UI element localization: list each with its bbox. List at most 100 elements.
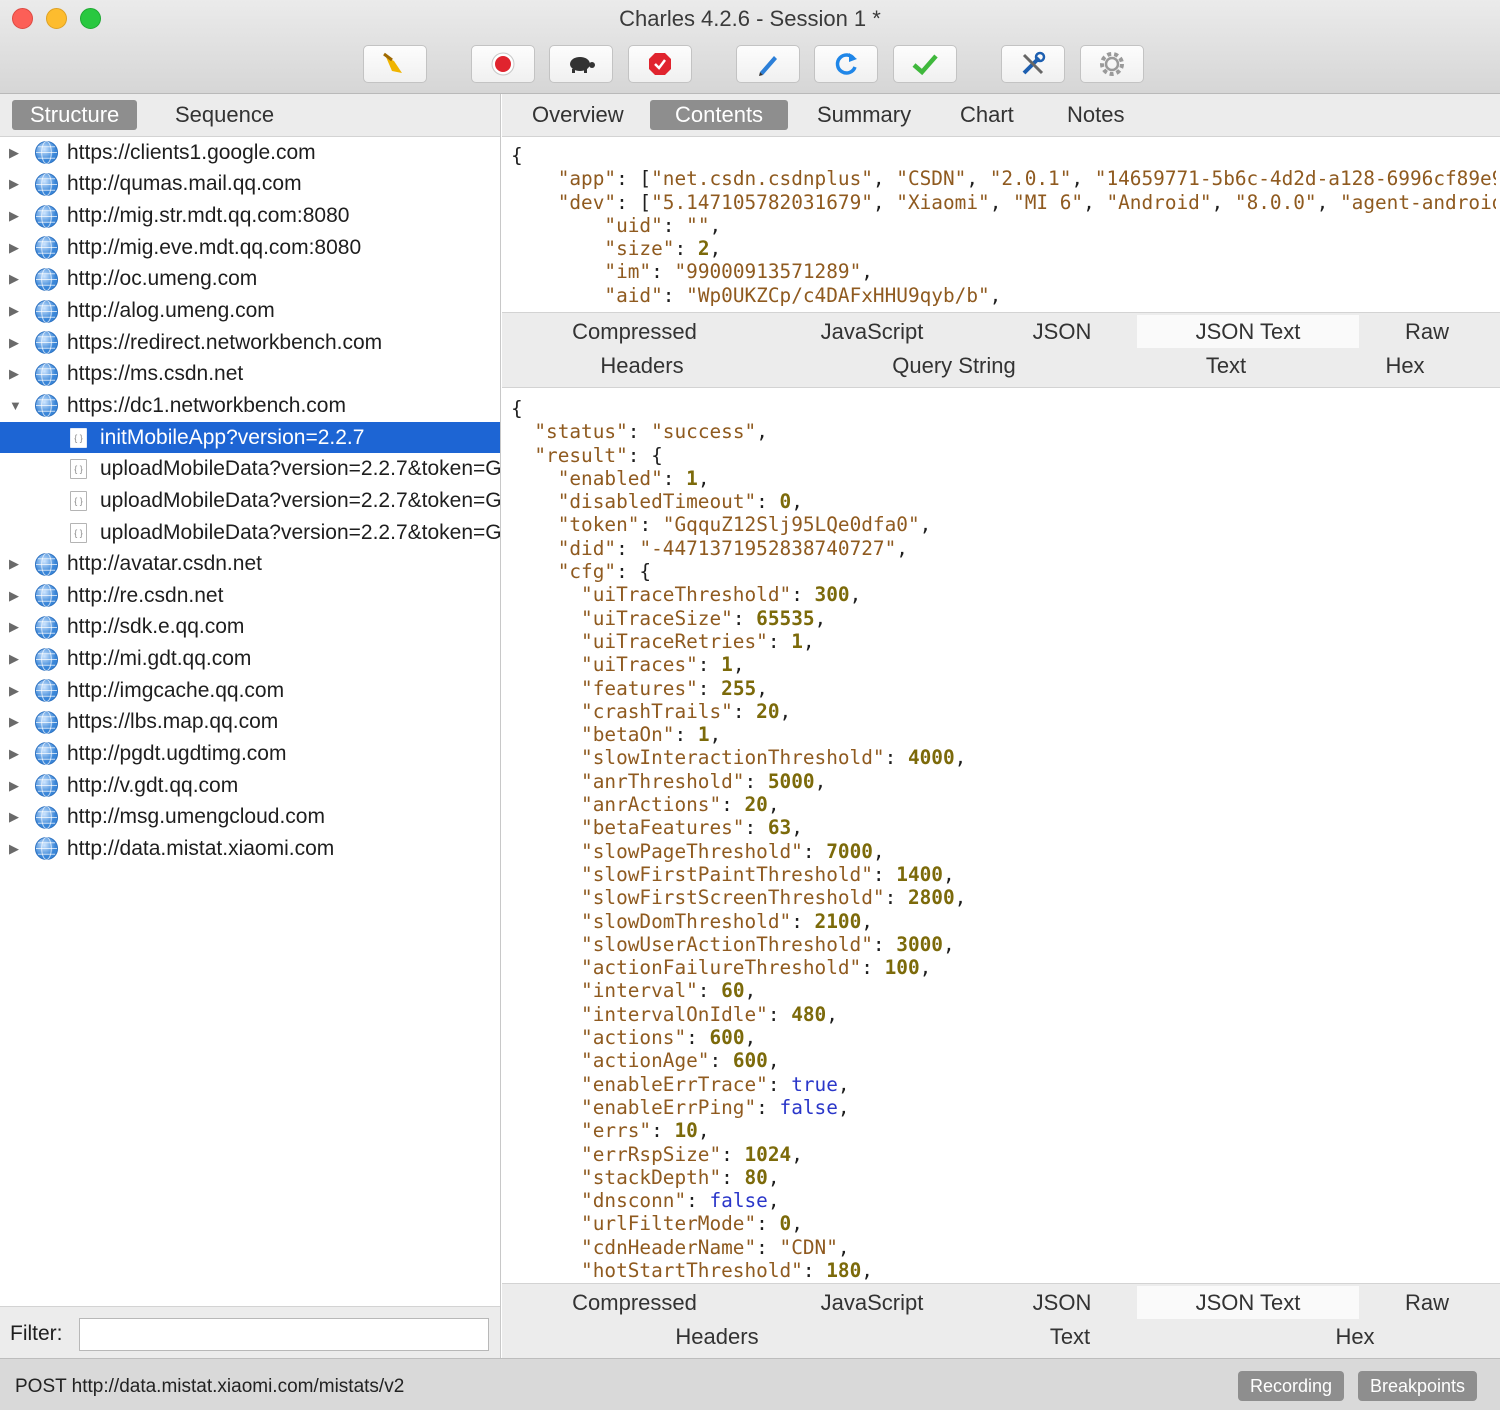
disclosure-collapsed-icon[interactable]: ▶ bbox=[9, 303, 23, 319]
disclosure-collapsed-icon[interactable]: ▶ bbox=[9, 271, 23, 287]
req-tab-hex[interactable]: Hex bbox=[1350, 349, 1460, 382]
recording-button[interactable]: Recording bbox=[1238, 1371, 1345, 1401]
resp-tab-javascript[interactable]: JavaScript bbox=[787, 1286, 957, 1319]
host-row[interactable]: ▶ https://lbs.map.qq.com bbox=[0, 707, 500, 739]
host-row[interactable]: ▶ http://data.mistat.xiaomi.com bbox=[0, 833, 500, 865]
response-body-viewer[interactable]: { "status": "success", "result": { "enab… bbox=[511, 397, 1496, 1282]
json-number: 4000 bbox=[907, 746, 955, 770]
tab-chart[interactable]: Chart bbox=[935, 100, 1039, 130]
clear-session-button[interactable] bbox=[363, 45, 427, 83]
code-line: "uiTraceThreshold": 300, bbox=[511, 583, 1496, 606]
resp-tab-json-text[interactable]: JSON Text bbox=[1137, 1286, 1359, 1319]
resp-tab-compressed[interactable]: Compressed bbox=[542, 1286, 727, 1319]
resp-tab-json[interactable]: JSON bbox=[1012, 1286, 1112, 1319]
req-tab-text[interactable]: Text bbox=[1166, 349, 1286, 382]
request-row[interactable]: { } uploadMobileData?version=2.2.7&token=… bbox=[0, 517, 500, 549]
host-row[interactable]: ▶ http://pgdt.ugdtimg.com bbox=[0, 738, 500, 770]
disclosure-expanded-icon[interactable]: ▼ bbox=[9, 398, 23, 413]
resp-tab-text[interactable]: Text bbox=[1010, 1320, 1130, 1353]
request-row[interactable]: { } uploadMobileData?version=2.2.7&token=… bbox=[0, 453, 500, 485]
filter-label: Filter: bbox=[10, 1322, 63, 1345]
disclosure-collapsed-icon[interactable]: ▶ bbox=[9, 809, 23, 825]
host-label: http://v.gdt.qq.com bbox=[67, 773, 239, 797]
host-row[interactable]: ▶ http://alog.umeng.com bbox=[0, 295, 500, 327]
record-button[interactable] bbox=[471, 45, 535, 83]
tab-notes[interactable]: Notes bbox=[1042, 100, 1149, 130]
disclosure-collapsed-icon[interactable]: ▶ bbox=[9, 651, 23, 667]
req-tab-headers[interactable]: Headers bbox=[552, 349, 732, 382]
breakpoints-status-button[interactable]: Breakpoints bbox=[1358, 1371, 1478, 1401]
json-punctuation: , bbox=[826, 1002, 838, 1026]
host-row[interactable]: ▶ http://msg.umengcloud.com bbox=[0, 801, 500, 833]
json-punctuation: : bbox=[756, 1095, 780, 1119]
host-row[interactable]: ▶ http://mi.gdt.qq.com bbox=[0, 643, 500, 675]
host-row[interactable]: ▶ http://mig.str.mdt.qq.com:8080 bbox=[0, 200, 500, 232]
disclosure-collapsed-icon[interactable]: ▶ bbox=[9, 714, 23, 730]
host-row[interactable]: ▶ http://avatar.csdn.net bbox=[0, 548, 500, 580]
disclosure-collapsed-icon[interactable]: ▶ bbox=[9, 746, 23, 762]
host-row[interactable]: ▶ http://mig.eve.mdt.qq.com:8080 bbox=[0, 232, 500, 264]
json-punctuation: , bbox=[837, 1095, 850, 1119]
tab-structure[interactable]: Structure bbox=[12, 100, 138, 130]
host-row[interactable]: ▶ http://oc.umeng.com bbox=[0, 264, 500, 296]
json-punctuation bbox=[511, 1026, 581, 1049]
json-punctuation: { bbox=[511, 144, 523, 167]
host-row[interactable]: ▶ https://redirect.networkbench.com bbox=[0, 327, 500, 359]
resp-tab-headers[interactable]: Headers bbox=[627, 1320, 807, 1353]
request-row[interactable]: { } uploadMobileData?version=2.2.7&token=… bbox=[0, 485, 500, 517]
tab-summary[interactable]: Summary bbox=[792, 100, 936, 130]
filter-input[interactable] bbox=[79, 1318, 489, 1351]
settings-button[interactable] bbox=[1080, 45, 1144, 83]
disclosure-collapsed-icon[interactable]: ▶ bbox=[9, 588, 23, 604]
json-punctuation: : bbox=[732, 699, 757, 723]
json-punctuation: , bbox=[744, 979, 757, 1003]
req-tab-compressed[interactable]: Compressed bbox=[542, 315, 727, 348]
tab-overview[interactable]: Overview bbox=[507, 100, 649, 130]
host-row[interactable]: ▶ http://re.csdn.net bbox=[0, 580, 500, 612]
req-tab-json-text[interactable]: JSON Text bbox=[1137, 315, 1359, 348]
compose-button[interactable] bbox=[736, 45, 800, 83]
req-tab-query-string[interactable]: Query String bbox=[859, 349, 1049, 382]
disclosure-collapsed-icon[interactable]: ▶ bbox=[9, 841, 23, 857]
code-line: "aid": "Wp0UKZCp/c4DAFxHHU9qyb/b", bbox=[511, 284, 1496, 306]
json-punctuation: : [ bbox=[616, 190, 652, 214]
code-line: "size": 2, bbox=[511, 237, 1496, 260]
tools-button[interactable] bbox=[1001, 45, 1065, 83]
request-body-viewer[interactable]: { "app": ["net.csdn.csdnplus", "CSDN", "… bbox=[511, 144, 1496, 306]
resp-tab-hex[interactable]: Hex bbox=[1300, 1320, 1410, 1353]
host-row[interactable]: ▶ http://qumas.mail.qq.com bbox=[0, 169, 500, 201]
disclosure-collapsed-icon[interactable]: ▶ bbox=[9, 176, 23, 192]
tab-sequence[interactable]: Sequence bbox=[157, 100, 292, 130]
req-tab-javascript[interactable]: JavaScript bbox=[787, 315, 957, 348]
host-row[interactable]: ▼ https://dc1.networkbench.com bbox=[0, 390, 500, 422]
req-tab-raw[interactable]: Raw bbox=[1372, 315, 1482, 348]
repeat-button[interactable] bbox=[814, 45, 878, 83]
disclosure-collapsed-icon[interactable]: ▶ bbox=[9, 208, 23, 224]
disclosure-collapsed-icon[interactable]: ▶ bbox=[9, 778, 23, 794]
json-punctuation: : bbox=[639, 513, 663, 537]
host-row[interactable]: ▶ https://clients1.google.com bbox=[0, 137, 500, 169]
host-row[interactable]: ▶ https://ms.csdn.net bbox=[0, 358, 500, 390]
disclosure-collapsed-icon[interactable]: ▶ bbox=[9, 683, 23, 699]
json-punctuation bbox=[511, 979, 581, 1002]
disclosure-collapsed-icon[interactable]: ▶ bbox=[9, 619, 23, 635]
disclosure-collapsed-icon[interactable]: ▶ bbox=[9, 366, 23, 382]
disclosure-collapsed-icon[interactable]: ▶ bbox=[9, 240, 23, 256]
throttle-button[interactable] bbox=[549, 45, 613, 83]
resp-tab-raw[interactable]: Raw bbox=[1372, 1286, 1482, 1319]
disclosure-collapsed-icon[interactable]: ▶ bbox=[9, 145, 23, 161]
json-punctuation bbox=[511, 191, 558, 214]
host-row[interactable]: ▶ http://sdk.e.qq.com bbox=[0, 612, 500, 644]
disclosure-collapsed-icon[interactable]: ▶ bbox=[9, 335, 23, 351]
req-tab-json[interactable]: JSON bbox=[1012, 315, 1112, 348]
host-row[interactable]: ▶ http://v.gdt.qq.com bbox=[0, 770, 500, 802]
json-punctuation bbox=[511, 167, 558, 190]
host-row[interactable]: ▶ http://imgcache.qq.com bbox=[0, 675, 500, 707]
json-punctuation bbox=[511, 260, 604, 283]
tab-contents[interactable]: Contents bbox=[650, 100, 789, 130]
breakpoints-button[interactable] bbox=[628, 45, 692, 83]
request-row-selected[interactable]: { } initMobileApp?version=2.2.7 bbox=[0, 421, 500, 454]
json-number: 2800 bbox=[907, 886, 955, 910]
validate-button[interactable] bbox=[893, 45, 957, 83]
disclosure-collapsed-icon[interactable]: ▶ bbox=[9, 556, 23, 572]
